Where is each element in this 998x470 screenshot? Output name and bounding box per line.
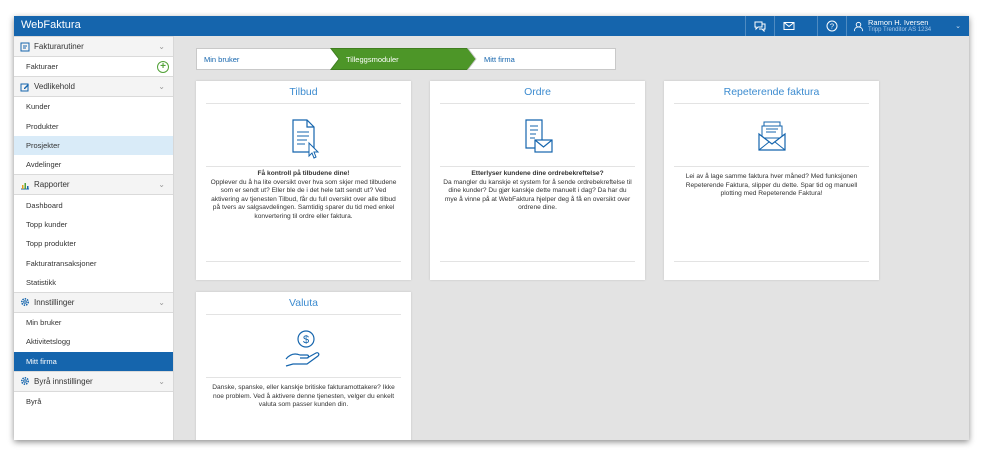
chevron-down-icon: ⌄ <box>158 180 165 190</box>
card-description: Danske, spanske, eller kanskje britiske … <box>212 384 395 409</box>
sidebar-item-topp-produkter[interactable]: Topp produkter <box>14 234 173 253</box>
order-envelope-icon <box>430 116 645 160</box>
chevron-down-icon: ⌄ <box>158 376 165 386</box>
app-window: WebFaktura ? Ramon H. Iversen Tripp Tren… <box>14 16 969 440</box>
card-title: Tilbud <box>206 81 401 104</box>
svg-text:?: ? <box>830 22 834 31</box>
mail-icon[interactable] <box>774 16 803 36</box>
coin-hand-icon: $ <box>196 327 411 371</box>
chat-icon[interactable] <box>745 16 774 36</box>
wizard-background <box>196 48 616 70</box>
sidebar-section-byra-innstillinger[interactable]: Byrå innstillinger ⌄ <box>14 370 173 392</box>
wizard-step-min-bruker[interactable]: Min bruker <box>204 48 239 70</box>
card-description: Lei av å lage samme faktura hver måned? … <box>685 173 858 198</box>
chevron-down-icon: ⌄ <box>158 82 165 92</box>
wizard-steps: Min bruker Tilleggsmoduler Mitt firma <box>196 48 616 70</box>
sidebar-item-prosjekter[interactable]: Prosjekter <box>14 135 173 156</box>
module-card-ordre[interactable]: Ordre Etterlyser kundene dine ordrebekre… <box>430 81 645 280</box>
user-icon <box>853 21 864 31</box>
module-card-valuta[interactable]: Valuta $ Danske, spanske, eller kanskje … <box>196 292 411 440</box>
gear-icon <box>19 376 30 387</box>
user-name: Ramon H. Iversen <box>868 17 929 27</box>
edit-icon <box>19 81 30 92</box>
module-card-repeterende-faktura[interactable]: Repeterende faktura Lei av å lage samme … <box>664 81 879 280</box>
wizard-step-mitt-firma[interactable]: Mitt firma <box>484 48 515 70</box>
sidebar-item-fakturaer[interactable]: Fakturaer + <box>14 57 173 76</box>
sidebar-item-fakturatransaksjoner[interactable]: Fakturatransaksjoner <box>14 253 173 272</box>
sidebar-section-vedlikehold[interactable]: Vedlikehold ⌄ <box>14 76 173 98</box>
card-heading: Etterlyser kundene dine ordrebekreftelse… <box>471 170 604 177</box>
sidebar-item-kunder[interactable]: Kunder <box>14 97 173 116</box>
sidebar-item-statistikk[interactable]: Statistikk <box>14 273 173 292</box>
sidebar: Fakturarutiner ⌄ Fakturaer + Vedlikehold… <box>14 36 174 440</box>
card-description: Da mangler du kanskje et system for å se… <box>443 178 632 212</box>
chevron-down-icon: ⌄ <box>955 23 961 30</box>
sidebar-section-label: Fakturarutiner <box>34 42 84 51</box>
card-heading: Få kontroll på tilbudene dine! <box>257 170 350 177</box>
sidebar-item-byra[interactable]: Byrå <box>14 392 173 411</box>
sidebar-section-fakturarutiner[interactable]: Fakturarutiner ⌄ <box>14 36 173 57</box>
main-content: Min bruker Tilleggsmoduler Mitt firma Ti… <box>174 36 969 440</box>
sidebar-section-rapporter[interactable]: Rapporter ⌄ <box>14 174 173 196</box>
module-card-tilbud[interactable]: Tilbud Få kontroll på tilbudene dine! Op… <box>196 81 411 280</box>
sidebar-section-label: Vedlikehold <box>34 82 75 92</box>
envelope-stack-icon <box>664 116 879 160</box>
sidebar-item-avdelinger[interactable]: Avdelinger <box>14 155 173 174</box>
user-company: Tripp Trenditor AS 1234 <box>868 26 932 33</box>
sidebar-item-topp-kunder[interactable]: Topp kunder <box>14 215 173 234</box>
sidebar-section-label: Innstillinger <box>34 297 75 307</box>
sidebar-item-produkter[interactable]: Produkter <box>14 117 173 136</box>
add-invoice-icon[interactable]: + <box>157 60 169 73</box>
sidebar-item-mitt-firma[interactable]: Mitt firma <box>14 351 173 371</box>
gear-icon <box>19 297 30 308</box>
invoice-icon <box>19 41 30 52</box>
bar-chart-icon <box>19 179 30 190</box>
sidebar-item-aktivitetslogg[interactable]: Aktivitetslogg <box>14 332 173 351</box>
card-description: Opplever du å ha lite oversikt over hva … <box>210 178 397 220</box>
card-title: Repeterende faktura <box>674 81 869 104</box>
user-menu[interactable]: Ramon H. Iversen Tripp Trenditor AS 1234… <box>846 16 969 36</box>
sidebar-item-min-bruker[interactable]: Min bruker <box>14 313 173 332</box>
document-cursor-icon <box>196 116 411 160</box>
sidebar-item-dashboard[interactable]: Dashboard <box>14 195 173 214</box>
sidebar-section-label: Rapporter <box>34 180 70 190</box>
top-bar: WebFaktura ? Ramon H. Iversen Tripp Tren… <box>14 16 969 36</box>
svg-text:$: $ <box>302 334 308 346</box>
card-title: Valuta <box>206 292 401 315</box>
card-title: Ordre <box>440 81 635 104</box>
help-icon[interactable]: ? <box>817 16 846 36</box>
chevron-down-icon: ⌄ <box>158 297 165 307</box>
app-title[interactable]: WebFaktura <box>21 19 81 31</box>
sidebar-section-innstillinger[interactable]: Innstillinger ⌄ <box>14 291 173 313</box>
sidebar-section-label: Byrå innstillinger <box>34 376 93 386</box>
chevron-down-icon: ⌄ <box>158 42 165 51</box>
wizard-step-tilleggsmoduler[interactable]: Tilleggsmoduler <box>346 48 399 70</box>
